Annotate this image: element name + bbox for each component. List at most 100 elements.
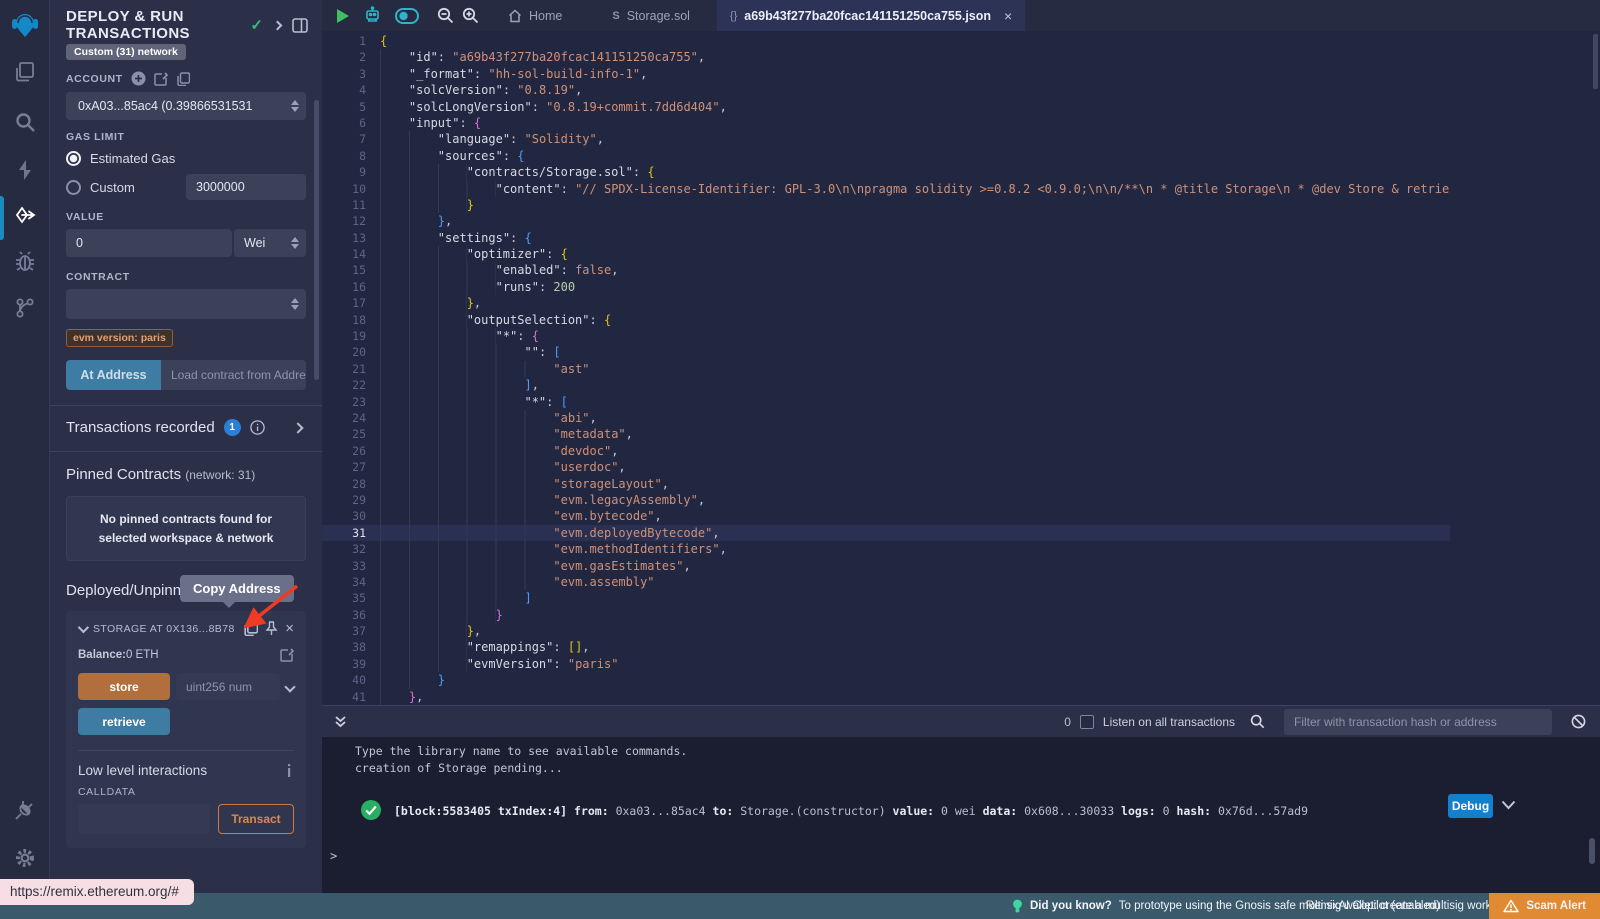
filter-input[interactable]: Filter with transaction hash or address: [1284, 709, 1552, 735]
expand-tx-details-icon[interactable]: [1501, 800, 1516, 810]
code-line[interactable]: 8"sources": {: [322, 148, 1450, 164]
code-line[interactable]: 31"evm.deployedBytecode",: [322, 525, 1450, 541]
code-line[interactable]: 2"id": "a69b43f277ba20fcac141151250ca755…: [322, 49, 1450, 65]
code-line[interactable]: 17},: [322, 295, 1450, 311]
close-tab-icon[interactable]: ×: [1004, 8, 1012, 24]
git-icon[interactable]: [13, 296, 37, 320]
estimated-gas-radio[interactable]: [66, 151, 81, 166]
store-button[interactable]: store: [78, 673, 170, 700]
code-line[interactable]: 4"solcVersion": "0.8.19",: [322, 82, 1450, 98]
copilot-status[interactable]: RemixAI Copilot (enabled): [1306, 900, 1440, 912]
code-line[interactable]: 5"solcLongVersion": "0.8.19+commit.7dd6d…: [322, 99, 1450, 115]
account-stepper[interactable]: [291, 100, 299, 112]
expand-args-icon[interactable]: [284, 681, 295, 692]
code-line[interactable]: 32"evm.methodIdentifiers",: [322, 541, 1450, 557]
code-line[interactable]: 30"evm.bytecode",: [322, 508, 1450, 524]
plugin-manager-icon[interactable]: [13, 798, 37, 822]
scam-alert-badge[interactable]: Scam Alert: [1489, 893, 1600, 919]
code-line[interactable]: 34"evm.assembly": [322, 574, 1450, 590]
store-arg-input[interactable]: uint256 num: [176, 673, 280, 700]
code-line[interactable]: 29"evm.legacyAssembly",: [322, 492, 1450, 508]
tab-home[interactable]: Home: [495, 0, 575, 31]
chevron-right-icon[interactable]: [273, 20, 283, 30]
code-line[interactable]: 20"": [: [322, 344, 1450, 360]
code-line[interactable]: 41},: [322, 689, 1450, 705]
edit-account-icon[interactable]: [154, 72, 168, 86]
transaction-log-row[interactable]: [block:5583405 txIndex:4] from: 0xa03...…: [322, 799, 1600, 823]
code-editor[interactable]: 1{2"id": "a69b43f277ba20fcac141151250ca7…: [322, 33, 1450, 705]
deploy-and-run-icon[interactable]: [13, 206, 37, 230]
debugger-icon[interactable]: [13, 250, 37, 274]
calldata-input[interactable]: [78, 804, 210, 834]
at-address-button[interactable]: At Address: [66, 360, 161, 390]
copilot-toggle-icon[interactable]: [395, 8, 419, 24]
tab-json-file[interactable]: {} a69b43f277ba20fcac141151250ca755.json…: [717, 0, 1025, 31]
clear-console-icon[interactable]: [1571, 714, 1586, 729]
code-line[interactable]: 18"outputSelection": {: [322, 312, 1450, 328]
info-icon[interactable]: [284, 764, 294, 777]
code-line[interactable]: 6"input": {: [322, 115, 1450, 131]
code-line[interactable]: 14"optimizer": {: [322, 246, 1450, 262]
copy-account-icon[interactable]: [176, 72, 190, 86]
listen-checkbox[interactable]: [1080, 715, 1094, 729]
code-line[interactable]: 36}: [322, 607, 1450, 623]
collapse-terminal-icon[interactable]: [334, 715, 347, 729]
code-line[interactable]: 10"content": "// SPDX-License-Identifier…: [322, 181, 1450, 197]
solidity-compiler-icon[interactable]: [13, 158, 37, 182]
expand-transactions-icon[interactable]: [292, 422, 303, 433]
code-line[interactable]: 16"runs": 200: [322, 279, 1450, 295]
code-line[interactable]: 22],: [322, 377, 1450, 393]
panel-scrollbar[interactable]: [314, 100, 319, 380]
tab-storage-sol[interactable]: S Storage.sol: [599, 0, 703, 31]
code-line[interactable]: 28"storageLayout",: [322, 476, 1450, 492]
info-icon[interactable]: [250, 420, 265, 435]
code-line[interactable]: 25"metadata",: [322, 426, 1450, 442]
code-line[interactable]: 13"settings": {: [322, 230, 1450, 246]
account-select[interactable]: 0xA03...85ac4 (0.39866531531: [66, 92, 306, 120]
add-account-icon[interactable]: [131, 71, 146, 86]
code-line[interactable]: 40}: [322, 672, 1450, 688]
code-line[interactable]: 1{: [322, 33, 1450, 49]
code-line[interactable]: 24"abi",: [322, 410, 1450, 426]
code-line[interactable]: 37},: [322, 623, 1450, 639]
settings-gear-icon[interactable]: [13, 846, 37, 870]
terminal-scrollbar[interactable]: [1589, 838, 1595, 864]
search-icon[interactable]: [13, 110, 37, 134]
terminal[interactable]: Type the library name to see available c…: [322, 737, 1600, 893]
contract-select[interactable]: [66, 289, 306, 319]
code-line[interactable]: 35]: [322, 590, 1450, 606]
run-script-icon[interactable]: [335, 8, 350, 24]
at-address-input[interactable]: Load contract from Addre: [161, 360, 306, 390]
code-line[interactable]: 19"*": {: [322, 328, 1450, 344]
debug-button[interactable]: Debug: [1448, 794, 1493, 818]
code-line[interactable]: 11}: [322, 197, 1450, 213]
retrieve-button[interactable]: retrieve: [78, 708, 170, 735]
code-line[interactable]: 12},: [322, 213, 1450, 229]
code-line[interactable]: 7"language": "Solidity",: [322, 131, 1450, 147]
code-line[interactable]: 26"devdoc",: [322, 443, 1450, 459]
custom-gas-input[interactable]: 3000000: [186, 174, 306, 200]
zoom-in-icon[interactable]: [462, 7, 479, 24]
value-input[interactable]: 0: [66, 229, 232, 257]
file-explorer-icon[interactable]: [13, 60, 37, 84]
value-unit-select[interactable]: Wei: [234, 229, 306, 257]
code-line[interactable]: 27"userdoc",: [322, 459, 1450, 475]
code-line[interactable]: 33"evm.gasEstimates",: [322, 558, 1450, 574]
editor-scrollbar[interactable]: [1593, 34, 1598, 89]
custom-gas-radio[interactable]: [66, 180, 81, 195]
terminal-search-icon[interactable]: [1250, 714, 1265, 729]
collapse-contract-icon[interactable]: [78, 622, 89, 633]
terminal-prompt[interactable]: >: [330, 849, 337, 863]
zoom-out-icon[interactable]: [437, 7, 454, 24]
code-line[interactable]: 39"evmVersion": "paris": [322, 656, 1450, 672]
edit-balance-icon[interactable]: [280, 648, 294, 662]
pin-panel-icon[interactable]: [292, 18, 308, 33]
code-line[interactable]: 21"ast": [322, 361, 1450, 377]
code-line[interactable]: 38"remappings": [],: [322, 639, 1450, 655]
code-line[interactable]: 3"_format": "hh-sol-build-info-1",: [322, 66, 1450, 82]
code-line[interactable]: 9"contracts/Storage.sol": {: [322, 164, 1450, 180]
code-line[interactable]: 15"enabled": false,: [322, 262, 1450, 278]
ai-copilot-robot-icon[interactable]: [363, 6, 382, 25]
code-line[interactable]: 23"*": [: [322, 394, 1450, 410]
remix-logo-icon[interactable]: [10, 10, 40, 40]
